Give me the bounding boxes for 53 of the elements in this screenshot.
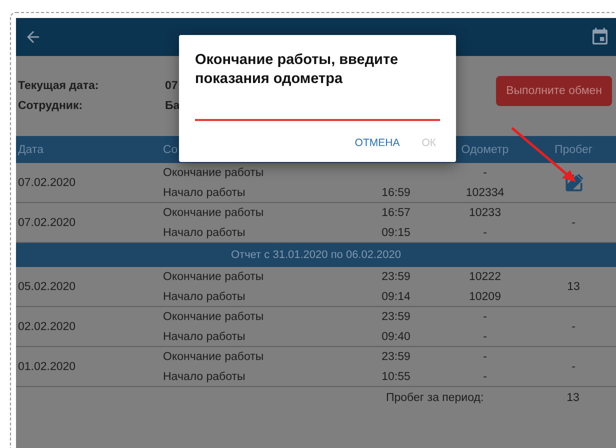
time-cell: 23:59	[382, 351, 410, 363]
odometer-cell: 102334	[466, 187, 504, 199]
period-label: Отчет с 31.01.2020 по 06.02.2020	[230, 249, 402, 261]
mileage-cell: -	[572, 361, 576, 373]
odometer-cell: 10233	[469, 207, 501, 219]
odometer-cell: -	[483, 351, 487, 363]
dialog-title: Окончание работы, введите показания одометра	[195, 51, 400, 89]
date-cell-text: 07.02.2020	[17, 217, 77, 229]
column-header: Пробег	[553, 144, 594, 156]
time-cell: 23:59	[382, 311, 410, 323]
mileage-cell: -	[572, 217, 576, 229]
event-cell-text: Окончание работы	[163, 350, 265, 365]
total-label: Пробег за период:	[386, 392, 485, 404]
date-cell-text: 01.02.2020	[17, 361, 77, 373]
odometer-cell: -	[483, 371, 487, 383]
odometer-cell: -	[483, 331, 487, 343]
date-cell-text: 02.02.2020	[17, 321, 77, 333]
cancel-button[interactable]: ОТМЕНА	[350, 133, 404, 153]
time-cell: 10:55	[382, 371, 410, 383]
time-cell: 16:59	[382, 187, 410, 199]
exchange-button[interactable]: Выполните обмен	[496, 76, 612, 106]
event-cell-text: Окончание работы	[163, 206, 265, 221]
info-value: 07	[165, 80, 178, 92]
date-cell-text: 07.02.2020	[17, 177, 77, 189]
odometer-cell: -	[483, 227, 487, 239]
odometer-cell: 10222	[469, 271, 501, 283]
event-cell-text: Окончание работы	[163, 270, 265, 285]
event-cell-text: Окончание работы	[163, 310, 265, 325]
column-header: Со	[163, 144, 179, 156]
time-cell: 09:15	[382, 227, 410, 239]
info-label: Текущая дата:	[18, 80, 100, 92]
total-value: 13	[566, 392, 580, 404]
event-cell-text: Начало работы	[163, 226, 246, 241]
column-header: Одометр	[460, 144, 510, 156]
event-cell-text: Окончание работы	[163, 166, 265, 181]
mileage-cell: -	[572, 321, 576, 333]
calendar-icon[interactable]	[590, 27, 610, 47]
odometer-cell: 10209	[469, 291, 501, 303]
column-header: Дата	[17, 144, 44, 156]
time-cell: 09:14	[382, 291, 410, 303]
mileage-cell: 13	[567, 281, 580, 293]
info-value: Ба	[165, 100, 180, 112]
odometer-cell: -	[483, 167, 487, 179]
event-cell-text: Начало работы	[163, 290, 246, 305]
event-cell-text: Начало работы	[163, 330, 246, 345]
event-cell-text: Начало работы	[163, 186, 246, 201]
time-cell: 09:40	[382, 331, 410, 343]
info-label: Сотрудник:	[18, 100, 84, 112]
time-cell: 16:57	[382, 207, 410, 219]
date-cell-text: 05.02.2020	[17, 281, 77, 293]
odometer-cell: -	[483, 311, 487, 323]
event-cell-text: Начало работы	[163, 370, 246, 385]
time-cell: 23:59	[382, 271, 410, 283]
